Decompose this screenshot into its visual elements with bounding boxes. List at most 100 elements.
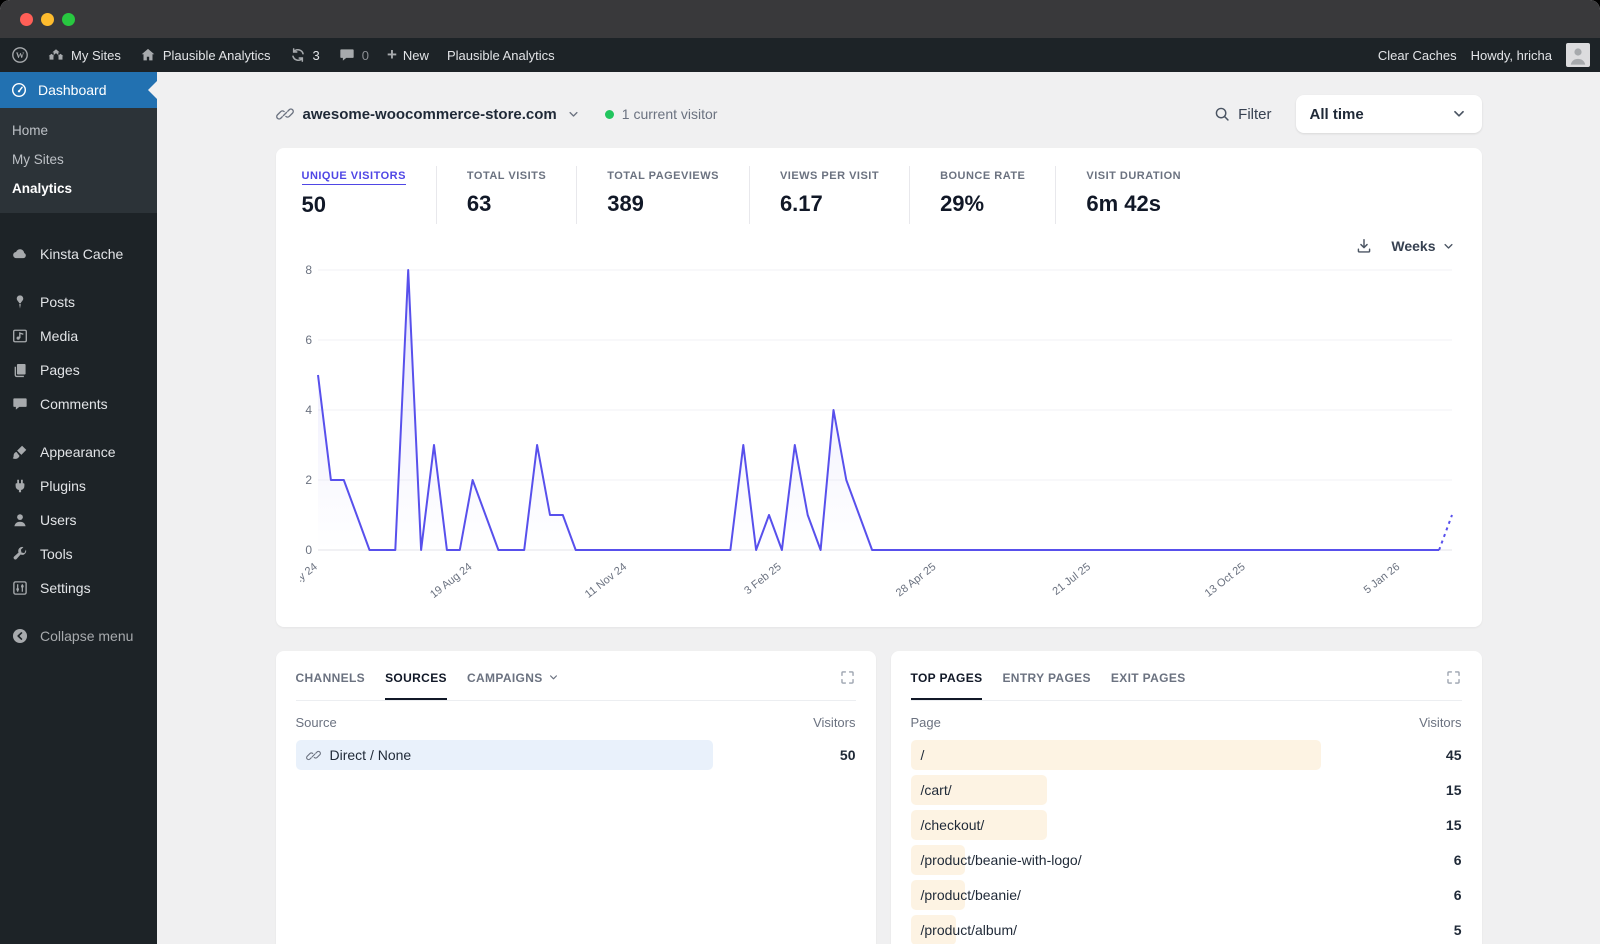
stat-unique-visitors[interactable]: UNIQUE VISITORS 50 xyxy=(300,166,437,224)
svg-text:6: 6 xyxy=(305,333,312,347)
stat-views-per-visit[interactable]: VIEWS PER VISIT 6.17 xyxy=(750,166,911,224)
svg-text:19 Aug 24: 19 Aug 24 xyxy=(428,561,474,601)
sidebar-item-collapse-menu[interactable]: Collapse menu xyxy=(0,619,157,653)
site-menu[interactable]: Plausible Analytics xyxy=(130,38,280,72)
wp-logo-menu[interactable]: W xyxy=(2,38,38,72)
page-row[interactable]: /checkout/15 xyxy=(910,810,1462,840)
comments-menu[interactable]: 0 xyxy=(329,38,378,72)
sidebar-item-pages[interactable]: Pages xyxy=(0,353,157,387)
sidebar-item-dashboard[interactable]: Dashboard xyxy=(0,72,157,108)
content-area: awesome-woocommerce-store.com 1 current … xyxy=(157,72,1600,944)
expand-icon[interactable] xyxy=(1445,669,1462,686)
page-column-header: Page xyxy=(910,715,941,730)
stat-total-visits[interactable]: TOTAL VISITS 63 xyxy=(437,166,578,224)
wordpress-logo-icon: W xyxy=(11,46,29,64)
comments-icon xyxy=(11,395,29,413)
sidebar-item-settings[interactable]: Settings xyxy=(0,571,157,605)
filter-button[interactable]: Filter xyxy=(1213,105,1272,123)
tools-icon xyxy=(11,545,29,563)
interval-select[interactable]: Weeks xyxy=(1391,238,1455,254)
stat-value: 6m 42s xyxy=(1086,191,1161,216)
sidebar-item-label: Media xyxy=(40,328,79,344)
row-visitors: 50 xyxy=(839,747,856,763)
page-row[interactable]: /cart/15 xyxy=(910,775,1462,805)
page-row[interactable]: /product/album/5 xyxy=(910,915,1462,944)
clear-caches-button[interactable]: Clear Caches xyxy=(1378,48,1457,63)
sidebar-item-posts[interactable]: Posts xyxy=(0,285,157,319)
svg-text:0: 0 xyxy=(305,543,312,557)
expand-icon[interactable] xyxy=(839,669,856,686)
download-icon[interactable] xyxy=(1355,237,1373,255)
minimize-button[interactable] xyxy=(41,12,54,26)
pages-panel: TOP PAGES ENTRY PAGES EXIT PAGES Page Visi… xyxy=(890,651,1482,944)
stat-bounce-rate[interactable]: BOUNCE RATE 29% xyxy=(910,166,1057,224)
my-sites-label: My Sites xyxy=(71,47,121,63)
visitors-column-header: Visitors xyxy=(813,715,856,730)
stat-value: 6.17 xyxy=(779,191,823,216)
tab-top-pages[interactable]: TOP PAGES xyxy=(910,671,983,700)
page-row[interactable]: /product/beanie-with-logo/6 xyxy=(910,845,1462,875)
sidebar-item-media[interactable]: Media xyxy=(0,319,157,353)
stat-total-pageviews[interactable]: TOTAL PAGEVIEWS 389 xyxy=(577,166,750,224)
sidebar-item-tools[interactable]: Tools xyxy=(0,537,157,571)
period-select[interactable]: All time xyxy=(1295,95,1482,133)
plus-icon: + xyxy=(386,44,397,64)
dashboard-submenu: Home My Sites Analytics xyxy=(0,108,157,213)
site-switcher[interactable]: awesome-woocommerce-store.com xyxy=(275,105,581,123)
updates-menu[interactable]: 3 xyxy=(280,38,329,72)
account-menu[interactable]: Howdy, hricha xyxy=(1471,48,1552,63)
plausible-analytics-link[interactable]: Plausible Analytics xyxy=(438,38,564,72)
tab-campaigns[interactable]: CAMPAIGNS xyxy=(467,671,560,685)
avatar[interactable] xyxy=(1566,43,1590,67)
tab-channels[interactable]: CHANNELS xyxy=(296,671,366,685)
link-icon xyxy=(305,748,321,763)
wp-admin-bar: W My Sites Plausible Analytics 3 0 + New xyxy=(0,38,1600,72)
tab-label: ENTRY PAGES xyxy=(1002,670,1091,685)
sidebar-item-appearance[interactable]: Appearance xyxy=(0,435,157,469)
plausible-header: awesome-woocommerce-store.com 1 current … xyxy=(275,94,1482,134)
sidebar-item-label: Posts xyxy=(40,294,76,310)
tab-label: EXIT PAGES xyxy=(1110,670,1186,685)
dashboard-label: Dashboard xyxy=(38,82,107,98)
dashboard-gauge-icon xyxy=(10,81,28,99)
plausible-link-label: Plausible Analytics xyxy=(446,47,555,63)
admin-bar-right: Clear Caches Howdy, hricha xyxy=(1378,38,1600,72)
sidebar-item-comments[interactable]: Comments xyxy=(0,387,157,421)
close-button[interactable] xyxy=(20,12,33,26)
kinsta-cache-icon xyxy=(11,245,29,263)
active-menu-arrow xyxy=(148,81,157,99)
live-visitors-label: 1 current visitor xyxy=(621,106,718,122)
chart-controls: Weeks xyxy=(302,234,1456,258)
source-row[interactable]: Direct / None 50 xyxy=(295,740,856,770)
row-visitors: 45 xyxy=(1445,747,1462,763)
visitors-line-chart: 0 2 4 6 8 31 May 24 19 Aug 24 11 Nov 24 3 Feb 25… xyxy=(271,263,1453,602)
page-row[interactable]: / 45 xyxy=(910,740,1462,770)
filter-label: Filter xyxy=(1238,105,1272,123)
stat-value: 29% xyxy=(940,191,985,216)
search-icon xyxy=(1213,105,1231,123)
tab-sources[interactable]: SOURCES xyxy=(385,671,447,700)
tab-exit-pages[interactable]: EXIT PAGES xyxy=(1111,671,1186,685)
my-sites-menu[interactable]: My Sites xyxy=(38,38,130,72)
updates-icon xyxy=(289,46,307,64)
row-visitors: 15 xyxy=(1445,782,1462,798)
sidebar-subitem-analytics[interactable]: Analytics xyxy=(0,174,157,203)
live-visitors[interactable]: 1 current visitor xyxy=(604,106,718,122)
comments-bubble-icon xyxy=(338,46,356,64)
sidebar-subitem-home[interactable]: Home xyxy=(0,116,157,145)
sidebar-subitem-my-sites[interactable]: My Sites xyxy=(0,145,157,174)
page-row[interactable]: /product/beanie/6 xyxy=(910,880,1462,910)
sidebar-item-plugins[interactable]: Plugins xyxy=(0,469,157,503)
sidebar-item-kinsta-cache[interactable]: Kinsta Cache xyxy=(0,237,157,271)
row-label: Direct / None xyxy=(296,747,411,763)
new-content-menu[interactable]: + New xyxy=(378,38,438,72)
stat-visit-duration[interactable]: VISIT DURATION 6m 42s xyxy=(1056,166,1211,224)
wp-sidebar: Dashboard Home My Sites Analytics Kinsta C… xyxy=(0,72,157,944)
svg-text:3 Feb 25: 3 Feb 25 xyxy=(742,561,784,597)
sidebar-item-users[interactable]: Users xyxy=(0,503,157,537)
pages-icon xyxy=(11,361,29,379)
stat-label: TOTAL VISITS xyxy=(466,170,547,182)
tab-entry-pages[interactable]: ENTRY PAGES xyxy=(1002,671,1090,685)
row-visitors: 6 xyxy=(1453,887,1462,903)
fullscreen-button[interactable] xyxy=(62,12,75,26)
